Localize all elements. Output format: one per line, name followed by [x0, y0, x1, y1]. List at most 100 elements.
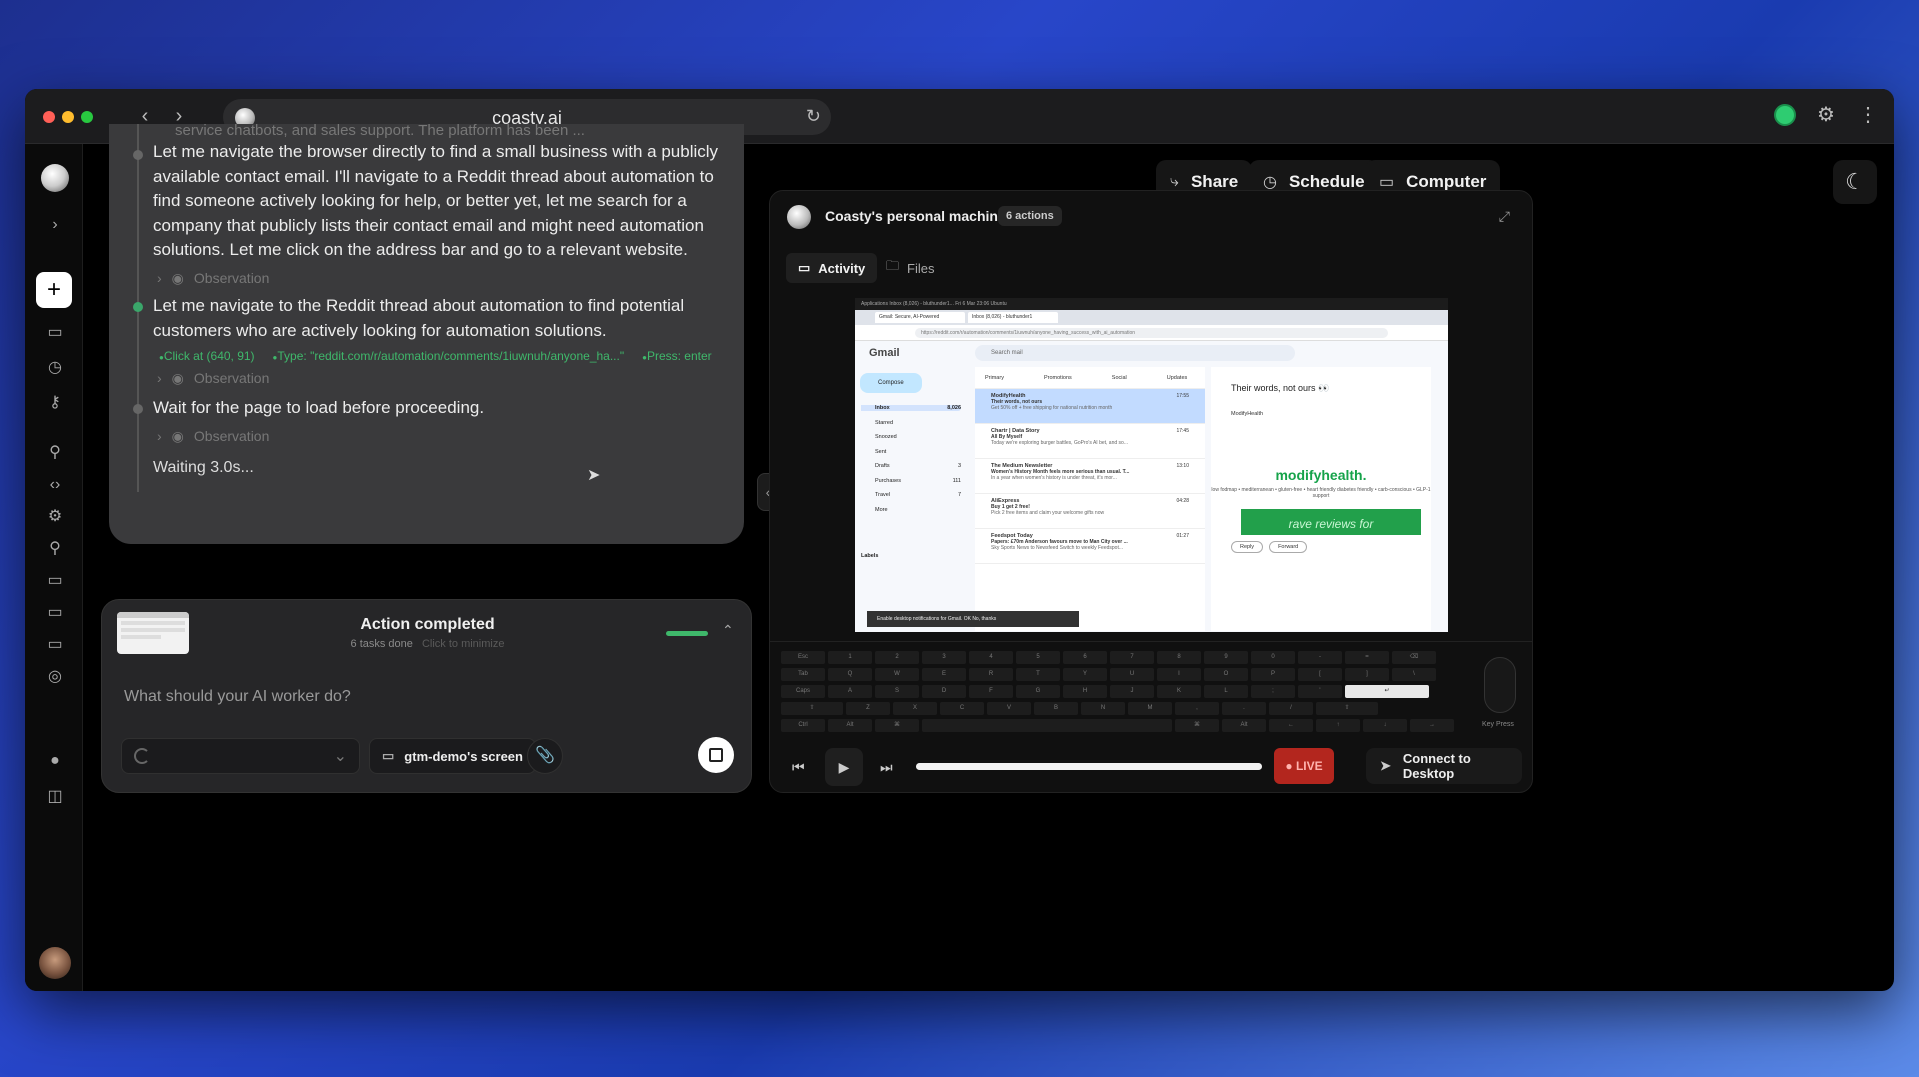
model-select[interactable]: ⌄ [121, 738, 360, 774]
tab-files[interactable]: 🗀 Files [874, 253, 946, 283]
monitor-icon[interactable]: ▭ [42, 320, 68, 346]
observation-toggle[interactable]: › ◉ Observation [157, 370, 269, 387]
gmail-email-row[interactable]: The Medium Newsletter 13:10 Women's Histor… [975, 459, 1205, 494]
gmail-compose-button[interactable]: Compose [860, 373, 922, 393]
timer-icon[interactable]: ◷ [42, 355, 68, 381]
gmail-email-row[interactable]: AliExpress 04:28 Buy 1 get 2 free! Pick 2 f… [975, 494, 1205, 529]
keyboard-key: P [1251, 668, 1295, 681]
new-task-button[interactable]: + [36, 272, 72, 308]
minimize-window-button[interactable] [62, 111, 74, 123]
avatar[interactable] [39, 947, 71, 979]
log-step-text: Let me navigate the browser directly to … [153, 142, 719, 259]
screen-selector-button[interactable]: ▭ gtm-demo's screen [369, 738, 536, 774]
connect-to-desktop-button[interactable]: ➤ Connect to Desktop [1366, 748, 1522, 784]
coasty-logo[interactable] [41, 164, 69, 192]
stop-button[interactable] [698, 737, 734, 773]
gmail-nav-item[interactable]: More [861, 507, 961, 513]
reply-button[interactable]: Reply [1231, 541, 1264, 553]
extension-status-icon[interactable] [1774, 104, 1796, 126]
theme-orb-icon[interactable]: ● [42, 748, 68, 774]
forward-button[interactable]: Forward [1269, 541, 1308, 553]
expand-sidebar-icon[interactable]: › [42, 212, 68, 238]
extensions-puzzle-icon[interactable]: ⚙ [1814, 103, 1838, 127]
paperclip-icon[interactable]: 📎 [527, 738, 563, 774]
machine-1-icon[interactable]: ▭ [42, 568, 68, 594]
gmail-nav-item[interactable]: Travel 7 [861, 492, 961, 498]
gmail-nav-item[interactable]: Purchases 111 [861, 478, 961, 484]
tab-activity[interactable]: ▭ Activity [786, 253, 878, 283]
task-prompt-input[interactable]: What should your AI worker do? [124, 688, 351, 706]
search-alt-icon[interactable]: ⚲ [42, 536, 68, 562]
gmail-nav-item[interactable]: Inbox 8,026 [861, 405, 961, 411]
gmail-email-row[interactable]: Chartr | Data Story 17:45 All By Myself Tod… [975, 424, 1205, 459]
gmail-nav-label: Sent [875, 448, 887, 455]
remote-tab[interactable]: Inbox (8,026) - bluthunder1 [968, 312, 1058, 323]
tab-activity-label: Activity [818, 260, 866, 276]
keyboard-key: Z [846, 702, 890, 715]
gmail-search[interactable]: Search mail [975, 345, 1295, 361]
task-status-title: Action completed [360, 616, 495, 633]
machine-2-icon[interactable]: ▭ [42, 600, 68, 626]
clock-icon: ◷ [1263, 174, 1277, 191]
reading-subject: Their words, not ours 👀 [1231, 383, 1330, 393]
gmail-nav-item[interactable]: Snoozed [861, 434, 961, 440]
key-press-label: Key Press [1482, 721, 1514, 728]
live-button[interactable]: ● LIVE [1274, 748, 1334, 784]
keyboard-key: F [969, 685, 1013, 698]
keyboard-key: 2 [875, 651, 919, 664]
settings-icon[interactable]: ⚙ [42, 504, 68, 530]
modifyhealth-logo: modifyhealth. [1275, 467, 1367, 483]
remote-address-bar[interactable]: https://reddit.com/r/automation/comments… [855, 325, 1448, 341]
gmail-category-tab[interactable]: Social [1112, 375, 1127, 381]
keyboard-key: ⇧ [781, 702, 843, 715]
keyboard-key: ← [1269, 719, 1313, 732]
task-status-subtitle[interactable]: 6 tasks done Click to minimize [102, 638, 753, 650]
machine-avatar [787, 205, 811, 229]
gmail-category-tab[interactable]: Promotions [1044, 375, 1072, 381]
keyboard-key: B [1034, 702, 1078, 715]
gmail-email-row[interactable]: ModifyHealth 17:55 Their words, not ours Ge… [975, 389, 1205, 424]
gmail-nav-item[interactable]: Drafts 3 [861, 463, 961, 469]
play-button[interactable]: ▶ [825, 748, 863, 786]
machine-3-icon[interactable]: ▭ [42, 632, 68, 658]
collapse-panel-icon[interactable]: ⤢ [1499, 208, 1510, 225]
remote-screen[interactable]: Applications Inbox (8,026) - bluthunder1… [855, 298, 1448, 632]
keyboard-key: L [1204, 685, 1248, 698]
keyboard-key: H [1063, 685, 1107, 698]
observation-toggle[interactable]: › ◉ Observation [157, 428, 269, 445]
gmail-nav-item[interactable]: Sent [861, 449, 961, 455]
skip-forward-icon[interactable]: ⏭ [880, 759, 893, 776]
gmail-logo[interactable]: Gmail [869, 347, 900, 359]
gmail-category-tab[interactable]: Primary [985, 375, 1004, 381]
keyboard-key: ' [1298, 685, 1342, 698]
remote-tab[interactable]: Gmail: Secure, AI-Powered [875, 312, 965, 323]
close-window-button[interactable] [43, 111, 55, 123]
skip-back-icon[interactable]: ⏮ [792, 759, 805, 776]
keyboard-row: Caps A S D F G H J K L; ' ↵ [781, 685, 1429, 698]
code-icon[interactable]: ‹› [42, 472, 68, 498]
email-preview: Today we're exploring burger battles, Go… [991, 440, 1128, 446]
key-icon[interactable]: ⚷ [42, 390, 68, 416]
gmail-nav-item[interactable]: Starred [861, 420, 961, 426]
browser-menu-icon[interactable]: ⋮ [1856, 103, 1880, 127]
keyboard-key: [ [1298, 668, 1342, 681]
notification-toast[interactable]: Enable desktop notifications for Gmail. … [867, 611, 1079, 627]
moon-icon: ☾ [1845, 169, 1865, 194]
gmail-email-row[interactable]: Feedspot Today 01:27 Papers: £70m Anderson… [975, 529, 1205, 564]
eye-icon: ◉ [171, 370, 184, 386]
playback-scrubber[interactable] [916, 763, 1262, 770]
gmail-category-tab[interactable]: Updates [1167, 375, 1188, 381]
timeline-dot-active [133, 302, 143, 312]
dark-mode-toggle[interactable]: ☾ [1833, 160, 1877, 204]
keyboard-key: 8 [1157, 651, 1201, 664]
observation-toggle[interactable]: › ◉ Observation [157, 270, 269, 287]
gift-icon[interactable]: ◫ [42, 784, 68, 810]
zoom-window-button[interactable] [81, 111, 93, 123]
chevron-up-icon[interactable]: ⌃ [722, 622, 734, 639]
search-icon[interactable]: ⚲ [42, 440, 68, 466]
reload-icon[interactable]: ↻ [806, 106, 821, 127]
log-step-text: Wait for the page to load before proceed… [153, 398, 485, 417]
gmail-nav-label: Travel [875, 492, 891, 498]
globe-icon[interactable]: ◎ [42, 664, 68, 690]
keyboard-key: D [922, 685, 966, 698]
